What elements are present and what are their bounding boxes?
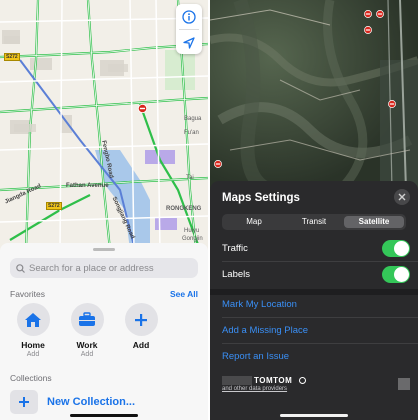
new-collection-label: New Collection... (47, 396, 136, 408)
blurred-logo (222, 376, 252, 385)
labels-label: Labels (222, 268, 250, 280)
place-label: Bagua (184, 116, 202, 122)
house-icon (25, 312, 41, 327)
briefcase-icon (79, 312, 95, 326)
tab-map[interactable]: Map (224, 216, 284, 228)
report-issue-link[interactable]: Report an Issue (222, 351, 289, 362)
mark-my-location-link[interactable]: Mark My Location (222, 299, 297, 310)
favorites-list: Home Add Work Add Add (6, 303, 208, 359)
favorite-name: Home (21, 340, 45, 350)
search-sheet: Search for a place or address Favorites … (0, 243, 208, 420)
plus-icon (19, 397, 29, 407)
map-type-segmented-control: Map Transit Satellite (222, 214, 406, 230)
favorite-sub: Add (26, 351, 40, 358)
no-entry-icon (388, 100, 396, 108)
tomtom-mark-icon (299, 377, 306, 384)
info-button[interactable] (176, 4, 202, 29)
place-label: Fu'an (184, 130, 199, 136)
add-missing-place-link[interactable]: Add a Missing Place (222, 325, 308, 336)
home-indicator (280, 414, 348, 417)
home-indicator (70, 414, 138, 417)
traffic-toggle[interactable] (382, 239, 410, 257)
traffic-row: Traffic (222, 235, 410, 261)
provider-logo (398, 378, 410, 390)
maps-screen: Fathan Avenue Fengbo Road Jiangda Road S… (0, 0, 208, 420)
favorite-home[interactable]: Home Add (6, 303, 60, 359)
no-entry-icon (214, 160, 222, 168)
blurred-label (14, 124, 36, 132)
favorite-name: Work (76, 340, 98, 350)
see-all-link[interactable]: See All (170, 289, 198, 299)
new-collection-button[interactable]: New Collection... (10, 390, 208, 414)
tomtom-logo: TOMTOM (254, 376, 293, 385)
collections-title: Collections (10, 373, 52, 383)
no-entry-icon (138, 104, 147, 113)
favorite-sub: Add (80, 351, 94, 358)
search-icon (16, 263, 25, 273)
blurred-label (4, 36, 20, 44)
no-entry-icon (364, 26, 372, 34)
satellite-map-view[interactable] (210, 0, 418, 190)
route-badge: S272 (46, 202, 62, 210)
location-arrow-icon (183, 36, 195, 49)
info-icon (182, 9, 196, 24)
favorite-work[interactable]: Work Add (60, 303, 114, 359)
road-label: Fathan Avenue (66, 183, 109, 189)
maps-settings-screen: Maps Settings Map Transit Satellite Traf… (210, 0, 418, 420)
district-label: RONGKENG (166, 206, 202, 212)
sheet-grabber[interactable] (93, 248, 115, 251)
labels-toggle[interactable] (382, 265, 410, 283)
favorite-name: Add (132, 340, 150, 350)
labels-row: Labels (222, 261, 410, 287)
close-icon (398, 193, 406, 201)
maps-settings-sheet: Maps Settings Map Transit Satellite Traf… (210, 181, 418, 420)
settings-title: Maps Settings (222, 192, 300, 204)
no-entry-icon (364, 10, 372, 18)
close-button[interactable] (394, 189, 410, 205)
data-providers-link[interactable]: and other data providers (222, 386, 287, 392)
place-label: Huiyu (184, 228, 200, 234)
search-placeholder: Search for a place or address (29, 262, 154, 274)
route-badge: S272 (4, 53, 20, 61)
data-providers-footer: TOMTOM and other data providers (222, 376, 410, 394)
place-label: Gongjin (182, 236, 203, 242)
map-controls (176, 4, 202, 54)
no-entry-icon (376, 10, 384, 18)
blurred-label (108, 64, 128, 72)
traffic-label: Traffic (222, 242, 248, 254)
favorites-title: Favorites (10, 289, 45, 299)
plus-icon (135, 313, 147, 326)
place-label: Tai (186, 175, 194, 181)
search-input[interactable]: Search for a place or address (10, 258, 198, 278)
tab-transit[interactable]: Transit (284, 216, 344, 228)
tab-satellite[interactable]: Satellite (344, 216, 404, 228)
current-location-button[interactable] (176, 30, 202, 55)
favorite-add[interactable]: Add (114, 303, 168, 359)
